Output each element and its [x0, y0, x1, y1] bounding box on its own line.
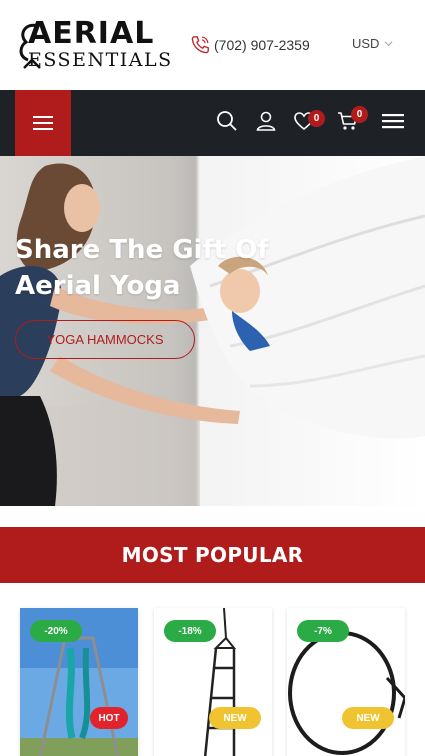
yoga-hammocks-button[interactable]: YOGA HAMMOCKS — [15, 320, 195, 359]
chevron-down-icon — [384, 41, 393, 47]
discount-badge: -20% — [30, 620, 82, 642]
product-card[interactable]: -20% HOT — [20, 608, 138, 756]
hamburger-icon — [33, 116, 53, 130]
phone-link[interactable]: (702) 907-2359 — [189, 34, 310, 56]
new-badge: NEW — [209, 707, 261, 729]
logo-text-primary: AERIAL — [28, 16, 155, 51]
product-card[interactable]: -18% NEW — [154, 608, 272, 756]
logo-text-secondary: ESSENTIALS — [28, 49, 173, 71]
search-icon[interactable] — [215, 109, 239, 133]
discount-badge: -7% — [297, 620, 349, 642]
discount-badge: -18% — [164, 620, 216, 642]
currency-selector[interactable]: USD — [352, 36, 393, 51]
wishlist-count-badge: 0 — [308, 110, 325, 127]
product-card[interactable]: -7% NEW — [287, 608, 405, 756]
category-menu-button[interactable] — [15, 90, 71, 156]
site-logo[interactable]: AERIAL ESSENTIALS — [16, 16, 171, 72]
top-header: AERIAL ESSENTIALS (702) 907-2359 USD — [0, 0, 425, 90]
section-title: MOST POPULAR — [121, 543, 304, 567]
cart-count-badge: 0 — [351, 106, 368, 123]
most-popular-heading-band: MOST POPULAR — [0, 527, 425, 583]
main-navbar: 0 0 — [0, 90, 425, 156]
phone-icon — [191, 36, 209, 54]
new-badge: NEW — [342, 707, 394, 729]
hero-title: Share The Gift Of Aerial Yoga — [15, 235, 269, 301]
phone-number: (702) 907-2359 — [214, 37, 310, 53]
account-icon[interactable] — [254, 109, 278, 133]
currency-label: USD — [352, 36, 380, 51]
hero-banner: Share The Gift Of Aerial Yoga YOGA HAMMO… — [0, 156, 425, 506]
mobile-menu-icon[interactable] — [381, 109, 405, 133]
hot-badge: HOT — [90, 707, 128, 729]
